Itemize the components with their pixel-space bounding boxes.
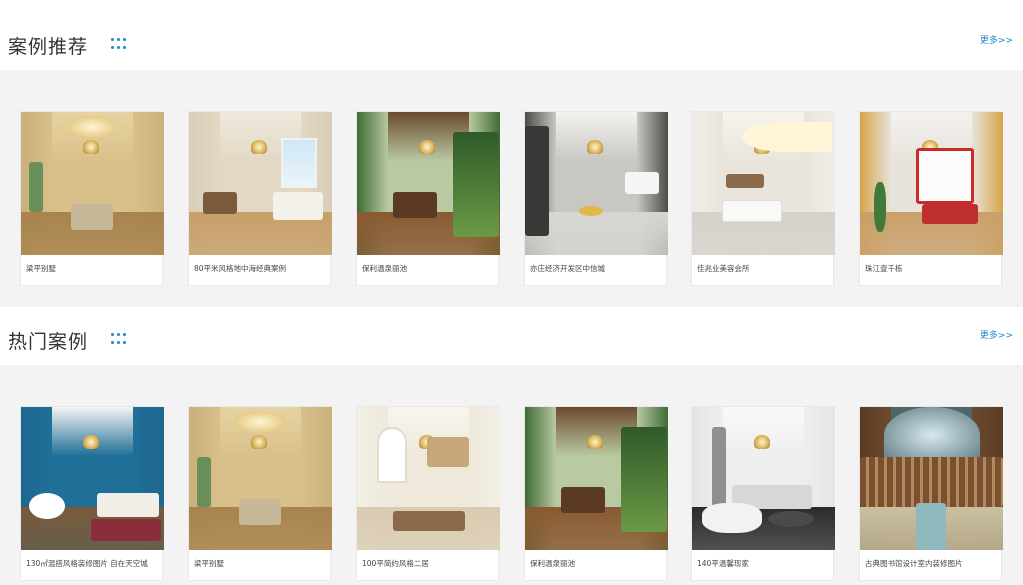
case-caption[interactable]: 保利温泉丽池 xyxy=(530,558,664,569)
case-caption[interactable]: 80平米风格地中海经典案例 xyxy=(194,263,328,274)
case-thumbnail-image[interactable] xyxy=(860,407,1003,550)
section-header-recommended: 案例推荐 更多>> xyxy=(0,0,1023,70)
case-card[interactable]: 亦庄经济开发区中信城 xyxy=(524,111,668,286)
case-card[interactable]: 140平温馨现家 xyxy=(691,406,835,581)
case-caption[interactable]: 亦庄经济开发区中信城 xyxy=(530,263,664,274)
case-thumbnail-image[interactable] xyxy=(692,112,835,255)
case-caption[interactable]: 梁平别墅 xyxy=(194,558,328,569)
case-thumbnail-image[interactable] xyxy=(860,112,1003,255)
section-header-popular: 热门案例 更多>> xyxy=(0,307,1023,365)
case-thumbnail-image[interactable] xyxy=(189,112,332,255)
grid-dots-icon xyxy=(111,38,129,52)
case-thumbnail-image[interactable] xyxy=(692,407,835,550)
case-caption[interactable]: 佳兆业美容会所 xyxy=(697,263,831,274)
case-caption[interactable]: 古典图书馆设计室内装修图片 xyxy=(865,558,999,569)
case-card[interactable]: 100平简约风格二居 xyxy=(356,406,500,581)
case-card[interactable]: 珠江壹千栋 xyxy=(859,111,1003,286)
case-caption[interactable]: 100平简约风格二居 xyxy=(362,558,496,569)
case-caption[interactable]: 140平温馨现家 xyxy=(697,558,831,569)
more-link[interactable]: 更多>> xyxy=(980,328,1013,341)
case-thumbnail-image[interactable] xyxy=(189,407,332,550)
case-card[interactable]: 佳兆业美容会所 xyxy=(691,111,835,286)
case-thumbnail-image[interactable] xyxy=(525,112,668,255)
case-thumbnail-image[interactable] xyxy=(357,112,500,255)
more-link[interactable]: 更多>> xyxy=(980,33,1013,46)
case-caption[interactable]: 130㎡混搭风格装修图片 自在天空城 xyxy=(26,558,160,569)
case-card[interactable]: 130㎡混搭风格装修图片 自在天空城 xyxy=(20,406,164,581)
case-thumbnail-image[interactable] xyxy=(525,407,668,550)
case-thumbnail-image[interactable] xyxy=(21,407,164,550)
case-card[interactable]: 保利温泉丽池 xyxy=(356,111,500,286)
section-title: 热门案例 xyxy=(8,331,89,353)
case-caption[interactable]: 珠江壹千栋 xyxy=(865,263,999,274)
case-caption[interactable]: 梁平别墅 xyxy=(26,263,160,274)
grid-dots-icon xyxy=(111,333,129,347)
case-card[interactable]: 梁平别墅 xyxy=(188,406,332,581)
case-thumbnail-image[interactable] xyxy=(357,407,500,550)
case-thumbnail-image[interactable] xyxy=(21,112,164,255)
case-card[interactable]: 80平米风格地中海经典案例 xyxy=(188,111,332,286)
case-card[interactable]: 梁平别墅 xyxy=(20,111,164,286)
case-card[interactable]: 古典图书馆设计室内装修图片 xyxy=(859,406,1003,581)
section-title: 案例推荐 xyxy=(8,36,89,58)
case-card[interactable]: 保利温泉丽池 xyxy=(524,406,668,581)
case-caption[interactable]: 保利温泉丽池 xyxy=(362,263,496,274)
